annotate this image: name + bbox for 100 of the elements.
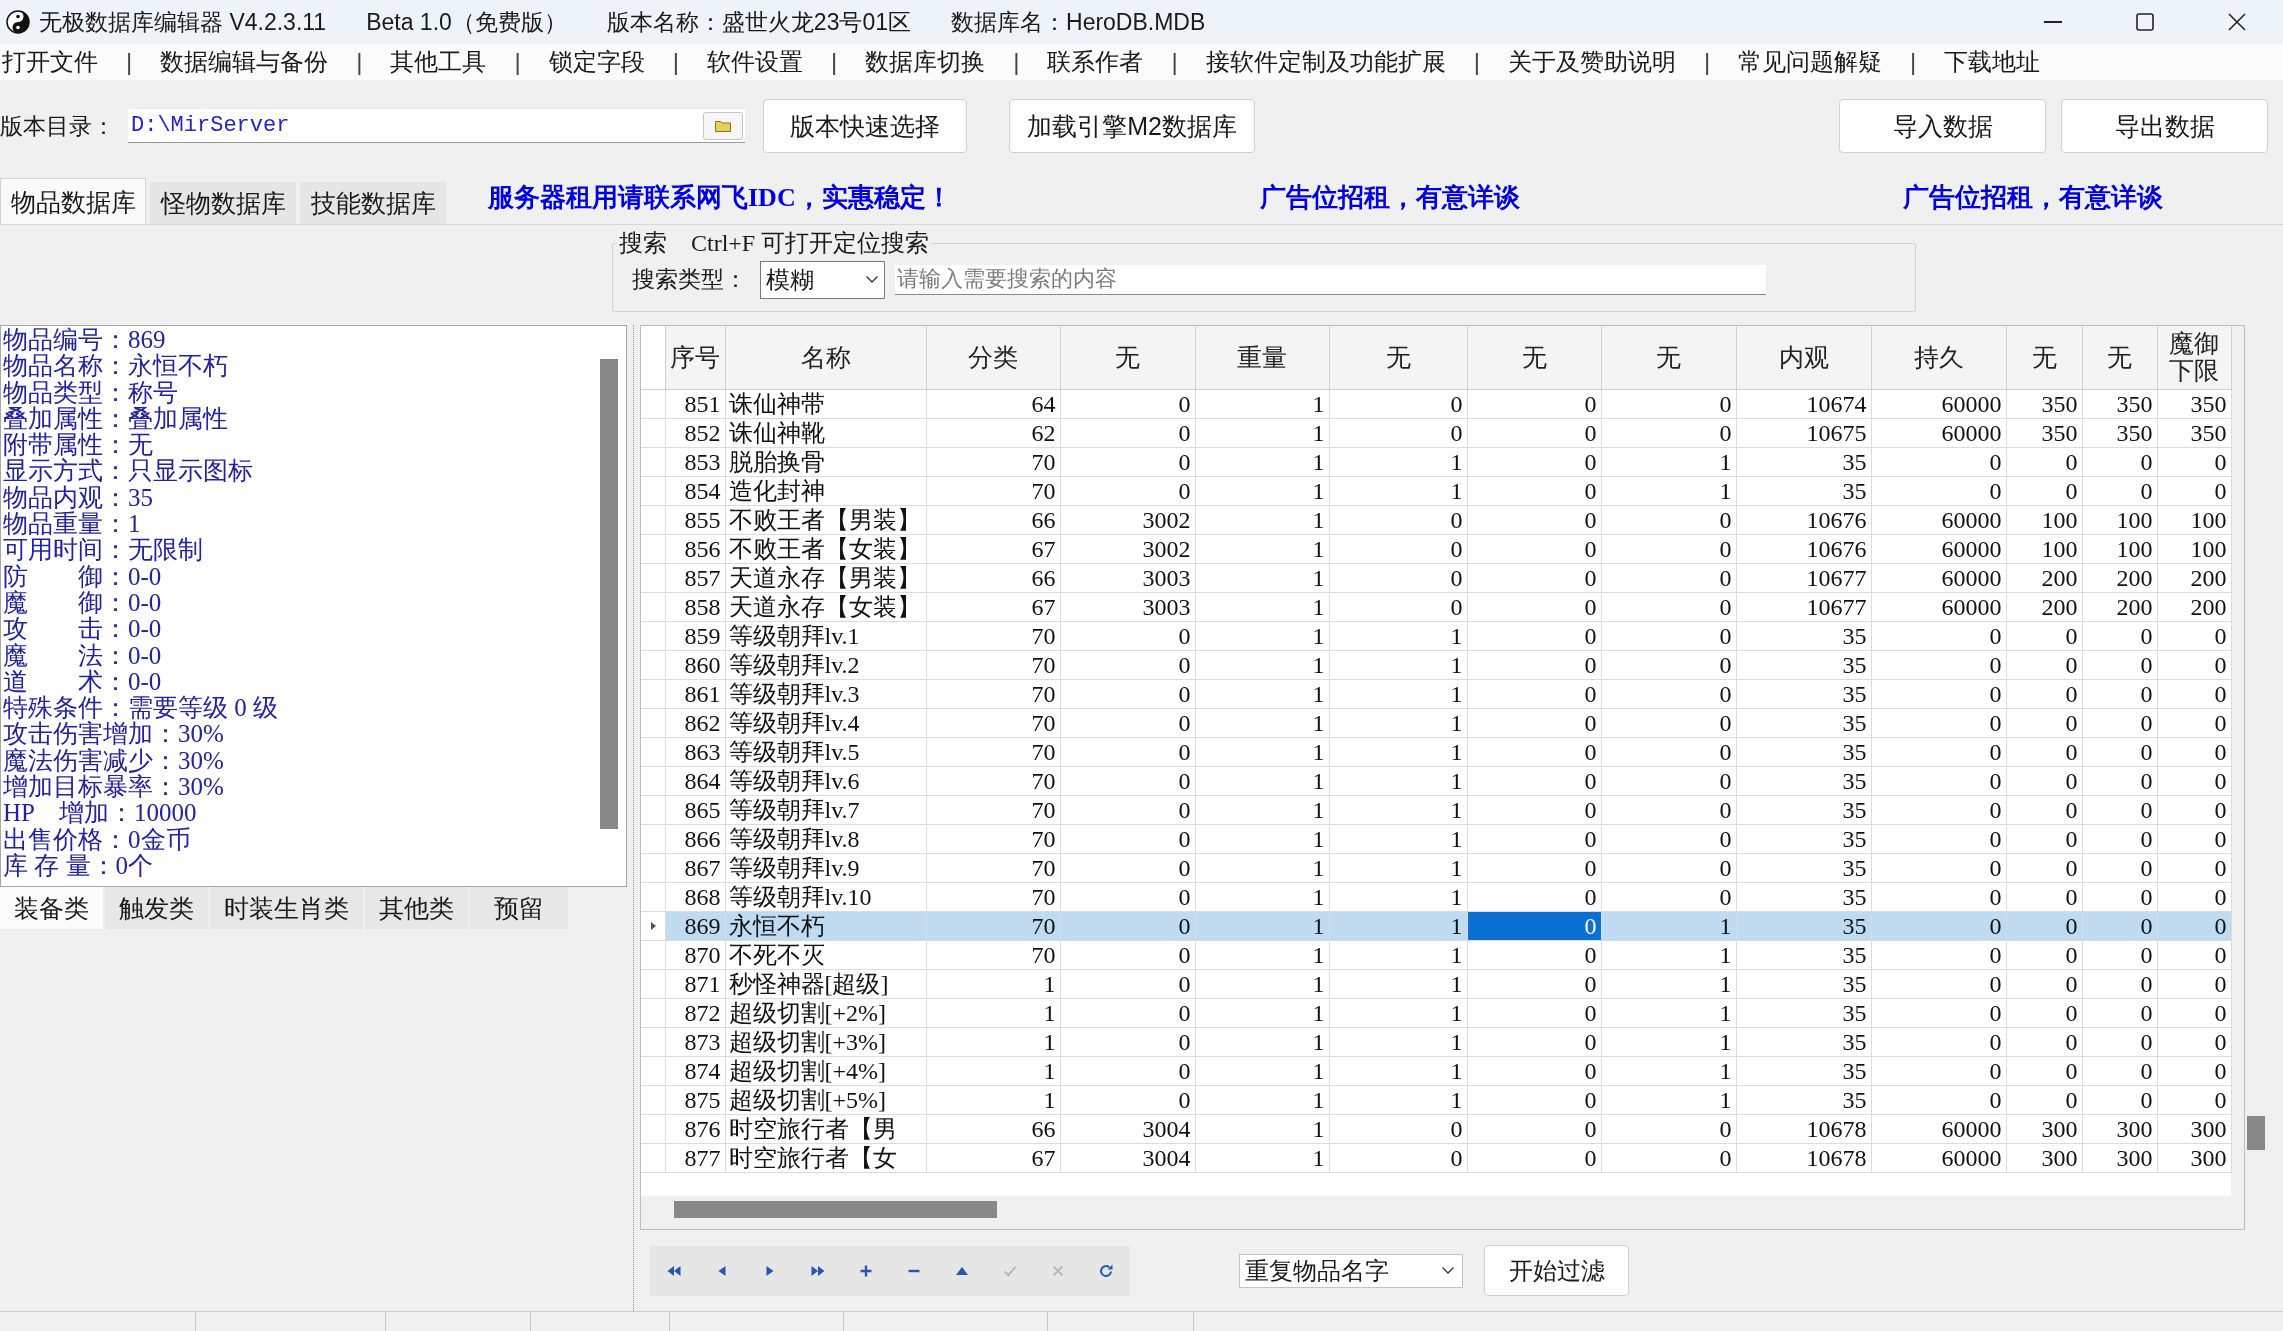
- table-cell: 永恒不朽: [725, 911, 926, 940]
- table-cell: 1: [1195, 418, 1329, 447]
- filter-dropdown[interactable]: 重复物品名字: [1239, 1253, 1463, 1288]
- scrollbar-thumb[interactable]: [600, 359, 618, 829]
- category-tab[interactable]: 时装生肖类: [210, 887, 363, 929]
- info-line: 物品类型：称号: [3, 379, 178, 406]
- table-cell: 350: [2082, 418, 2157, 447]
- table-cell: 60000: [1871, 563, 2006, 592]
- table-row[interactable]: 868 等级朝拜lv.10 70 0 1 1 0 0 35 0 0 0 0: [641, 882, 2231, 911]
- category-tab[interactable]: 其他类: [365, 887, 468, 929]
- menu-item[interactable]: 下载地址: [1944, 47, 2041, 77]
- table-row[interactable]: 854 造化封神 70 0 1 1 0 1 35 0 0 0 0: [641, 476, 2231, 505]
- table-cell: 0: [2006, 1056, 2082, 1085]
- table-row[interactable]: 870 不死不灭 70 0 1 1 0 1 35 0 0 0 0: [641, 940, 2231, 969]
- table-row[interactable]: 858 天道永存【女装】 67 3003 1 0 0 0 10677 60000 200 200 200: [641, 592, 2231, 621]
- table-cell: 0: [2006, 911, 2082, 940]
- import-data-button[interactable]: 导入数据: [1839, 99, 2046, 153]
- table-row[interactable]: 862 等级朝拜lv.4 70 0 1 1 0 0 35 0 0 0 0: [641, 708, 2231, 737]
- advert-text: 服务器租用请联系网飞IDC，实惠稳定！: [488, 183, 952, 212]
- table-cell: 0: [1871, 766, 2006, 795]
- category-tab[interactable]: 触发类: [105, 887, 208, 929]
- category-tab[interactable]: 预留: [470, 887, 568, 929]
- table-row[interactable]: 864 等级朝拜lv.6 70 0 1 1 0 0 35 0 0 0 0: [641, 766, 2231, 795]
- browse-folder-button[interactable]: [703, 111, 743, 140]
- table-row[interactable]: 856 不败王者【女装】 67 3002 1 0 0 0 10676 60000 100 100 100: [641, 534, 2231, 563]
- table-cell: 862: [665, 708, 725, 737]
- table-row[interactable]: 851 诛仙神带 64 0 1 0 0 0 10674 60000 350 350 350: [641, 389, 2231, 418]
- menu-item[interactable]: 关于及赞助说明: [1507, 47, 1676, 77]
- table-cell: 0: [1467, 824, 1601, 853]
- table-cell: 10675: [1736, 418, 1871, 447]
- table-cell: 1: [1329, 447, 1467, 476]
- menu-item[interactable]: 锁定字段: [548, 47, 645, 77]
- search-type-dropdown[interactable]: 模糊: [760, 260, 885, 299]
- table-cell: 0: [1060, 882, 1195, 911]
- category-tab[interactable]: 装备类: [0, 887, 103, 929]
- table-cell: 1: [926, 969, 1060, 998]
- table-row[interactable]: 872 超级切割[+2%] 1 0 1 1 0 1 35 0 0 0 0: [641, 998, 2231, 1027]
- scrollbar-thumb[interactable]: [2247, 1116, 2265, 1150]
- menu-item[interactable]: 其他工具: [390, 47, 487, 77]
- table-row[interactable]: 855 不败王者【男装】 66 3002 1 0 0 0 10676 60000 100 100 100: [641, 505, 2231, 534]
- close-icon[interactable]: [2228, 13, 2246, 31]
- load-database-button[interactable]: 加载引擎M2数据库: [1009, 99, 1255, 153]
- table-cell: 0: [1601, 766, 1736, 795]
- tab[interactable]: 怪物数据库: [150, 182, 296, 224]
- menu-item[interactable]: 软件设置: [706, 47, 803, 77]
- table-row[interactable]: 875 超级切割[+5%] 1 0 1 1 0 1 35 0 0 0 0: [641, 1085, 2231, 1114]
- table-row[interactable]: 865 等级朝拜lv.7 70 0 1 1 0 0 35 0 0 0 0: [641, 795, 2231, 824]
- table-row[interactable]: 853 脱胎换骨 70 0 1 1 0 1 35 0 0 0 0: [641, 447, 2231, 476]
- table-row[interactable]: 869 永恒不朽 70 0 1 1 0 1 35 0 0 0 0: [641, 911, 2231, 940]
- table-row[interactable]: 861 等级朝拜lv.3 70 0 1 1 0 0 35 0 0 0 0: [641, 679, 2231, 708]
- window-title: 数据库名：HeroDB.MDB: [951, 8, 1206, 37]
- search-type-label: 搜索类型：: [632, 265, 747, 294]
- maximize-icon[interactable]: [2136, 13, 2154, 31]
- table-cell: 0: [2157, 708, 2231, 737]
- table-cell: 0: [1871, 621, 2006, 650]
- table-cell: 863: [665, 737, 725, 766]
- menu-item[interactable]: 数据编辑与备份: [160, 47, 329, 77]
- search-field[interactable]: 请输入需要搜索的内容: [895, 264, 1766, 295]
- table-cell: 1: [1195, 911, 1329, 940]
- table-cell: 不死不灭: [725, 940, 926, 969]
- menu-item[interactable]: 接软件定制及功能扩展: [1205, 47, 1446, 77]
- table-cell: 872: [665, 998, 725, 1027]
- table-cell: 0: [2082, 824, 2157, 853]
- table-row[interactable]: 866 等级朝拜lv.8 70 0 1 1 0 0 35 0 0 0 0: [641, 824, 2231, 853]
- table-cell: 造化封神: [725, 476, 926, 505]
- table-row[interactable]: 876 时空旅行者【男 66 3004 1 0 0 0 10678 60000 300 300 300: [641, 1114, 2231, 1143]
- table-row[interactable]: 874 超级切割[+4%] 1 0 1 1 0 1 35 0 0 0 0: [641, 1056, 2231, 1085]
- table-cell: 0: [1871, 708, 2006, 737]
- table-row[interactable]: 857 天道永存【男装】 66 3003 1 0 0 0 10677 60000 200 200 200: [641, 563, 2231, 592]
- start-filter-button[interactable]: 开始过滤: [1484, 1245, 1629, 1296]
- table-row[interactable]: 860 等级朝拜lv.2 70 0 1 1 0 0 35 0 0 0 0: [641, 650, 2231, 679]
- table-cell: 0: [2157, 621, 2231, 650]
- table-cell: 0: [2082, 621, 2157, 650]
- table-row[interactable]: 873 超级切割[+3%] 1 0 1 1 0 1 35 0 0 0 0: [641, 1027, 2231, 1056]
- menu-item[interactable]: 常见问题解疑: [1738, 47, 1883, 77]
- menu-item[interactable]: 打开文件: [2, 47, 98, 77]
- table-cell: 1: [1601, 969, 1736, 998]
- table-row[interactable]: 852 诛仙神靴 62 0 1 0 0 0 10675 60000 350 350 350: [641, 418, 2231, 447]
- table-row[interactable]: 863 等级朝拜lv.5 70 0 1 1 0 0 35 0 0 0 0: [641, 737, 2231, 766]
- path-field[interactable]: D:\MirServer: [128, 109, 745, 143]
- refresh-icon[interactable]: [1098, 1262, 1114, 1279]
- advert-text: 广告位招租，有意详谈: [1903, 183, 2163, 212]
- scrollbar-thumb[interactable]: [674, 1201, 997, 1218]
- table-cell: 等级朝拜lv.6: [725, 766, 926, 795]
- tab[interactable]: 物品数据库: [0, 178, 146, 224]
- table-cell: 0: [1329, 1143, 1467, 1172]
- menu-item[interactable]: 联系作者: [1047, 47, 1144, 77]
- table-cell: 0: [1060, 447, 1195, 476]
- table-row[interactable]: 859 等级朝拜lv.1 70 0 1 1 0 0 35 0 0 0 0: [641, 621, 2231, 650]
- table-row[interactable]: 867 等级朝拜lv.9 70 0 1 1 0 0 35 0 0 0 0: [641, 853, 2231, 882]
- menu-item[interactable]: 数据库切换: [865, 47, 986, 77]
- table-cell: 0: [1060, 621, 1195, 650]
- table-cell: 0: [1467, 592, 1601, 621]
- tab[interactable]: 技能数据库: [300, 182, 446, 224]
- table-row[interactable]: 871 秒怪神器[超级] 1 0 1 1 0 1 35 0 0 0 0: [641, 969, 2231, 998]
- version-select-button[interactable]: 版本快速选择: [763, 99, 967, 153]
- export-data-button[interactable]: 导出数据: [2061, 99, 2268, 153]
- table-row[interactable]: 877 时空旅行者【女 67 3004 1 0 0 0 10678 60000 300 300 300: [641, 1143, 2231, 1172]
- table-cell: 852: [665, 418, 725, 447]
- info-line: 攻 击：0-0: [3, 616, 162, 643]
